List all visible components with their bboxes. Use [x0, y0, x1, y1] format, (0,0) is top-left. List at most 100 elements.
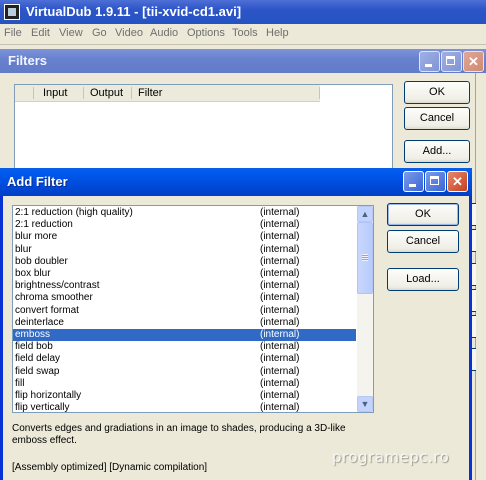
filter-source: (internal)	[260, 341, 300, 353]
filter-source: (internal)	[260, 219, 300, 231]
column-output[interactable]: Output	[90, 87, 123, 99]
filter-source: (internal)	[260, 268, 300, 279]
filter-name: emboss	[15, 329, 51, 340]
column-separator[interactable]	[131, 87, 132, 99]
filter-source: (internal)	[260, 255, 300, 267]
filter-list-item[interactable]: blur (internal)	[13, 244, 356, 256]
minimize-icon	[404, 172, 423, 191]
column-separator[interactable]	[83, 87, 84, 99]
filter-list-item[interactable]: flip vertically (internal)	[13, 402, 356, 413]
filter-list-item[interactable]: blur more (internal)	[13, 231, 356, 243]
filter-flags-text: [Assembly optimized] [Dynamic compilatio…	[12, 462, 208, 473]
filter-list-item[interactable]: 2:1 reduction (internal)	[13, 219, 356, 231]
menu-video[interactable]: Video	[115, 27, 143, 39]
filter-source: (internal)	[260, 365, 300, 377]
filter-list-item[interactable]: convert format (internal)	[13, 305, 356, 317]
filter-name: brightness/contrast	[15, 280, 100, 292]
scroll-down-arrow-icon[interactable]: ▼	[357, 396, 373, 412]
filter-source: (internal)	[260, 231, 300, 243]
filter-name: field swap	[15, 365, 60, 377]
menu-go[interactable]: Go	[92, 27, 107, 39]
filter-description-box: Converts edges and gradiations in an ima…	[12, 423, 374, 476]
filter-source: (internal)	[260, 280, 300, 292]
main-menu-bar: File Edit View Go Video Audio Options To…	[0, 24, 486, 45]
column-separator[interactable]	[33, 87, 34, 99]
close-icon: ✕	[468, 54, 479, 69]
filter-list-scrollbar[interactable]: ▲ ▼	[357, 206, 373, 412]
filters-title-bar[interactable]: Filters	[0, 49, 486, 73]
filter-list-item[interactable]: bob doubler (internal)	[13, 256, 356, 268]
filter-name: 2:1 reduction (high quality)	[15, 207, 133, 218]
filters-list-header: Input Output Filter	[15, 85, 320, 102]
filters-ok-button[interactable]: OK	[404, 81, 470, 104]
minimize-icon	[420, 52, 439, 71]
filter-list-item[interactable]: brightness/contrast (internal)	[13, 280, 356, 292]
column-filter[interactable]: Filter	[138, 87, 162, 99]
filter-list-item[interactable]: 2:1 reduction (high quality) (internal)	[13, 207, 356, 219]
add-filter-maximize-button[interactable]	[425, 171, 446, 192]
filter-source: (internal)	[260, 329, 300, 340]
filter-source: (internal)	[260, 316, 300, 328]
filter-list-item[interactable]: box blur (internal)	[13, 268, 356, 280]
filter-name: chroma smoother	[15, 292, 93, 304]
menu-options[interactable]: Options	[187, 27, 225, 39]
menu-audio[interactable]: Audio	[150, 27, 178, 39]
filter-name: blur	[15, 243, 32, 255]
filter-name: bob doubler	[15, 255, 68, 267]
filters-cancel-button[interactable]: Cancel	[404, 107, 470, 130]
filter-list-item[interactable]: deinterlace (internal)	[13, 317, 356, 329]
filter-name: convert format	[15, 304, 79, 316]
menu-file[interactable]: File	[4, 27, 22, 39]
filter-name: 2:1 reduction	[15, 219, 73, 231]
main-window-title: VirtualDub 1.9.11 - [tii-xvid-cd1.avi]	[26, 4, 242, 19]
menu-help[interactable]: Help	[266, 27, 289, 39]
add-filter-close-button[interactable]: ✕	[447, 171, 468, 192]
add-filter-dialog-title: Add Filter	[7, 174, 68, 189]
filters-list[interactable]: Input Output Filter	[14, 84, 393, 176]
add-filter-ok-button[interactable]: OK	[387, 203, 459, 226]
scrollbar-thumb[interactable]	[357, 222, 373, 294]
filters-close-button[interactable]: ✕	[463, 51, 484, 72]
filter-description-text: Converts edges and gradiations in an ima…	[12, 423, 346, 446]
menu-view[interactable]: View	[59, 27, 83, 39]
filter-list-item[interactable]: emboss (internal)	[13, 329, 356, 341]
menu-tools[interactable]: Tools	[232, 27, 258, 39]
filter-list[interactable]: 2:1 reduction (high quality) (internal) 2:…	[12, 205, 374, 413]
filter-source: (internal)	[260, 353, 300, 365]
add-filter-load-button[interactable]: Load...	[387, 268, 459, 291]
virtualdub-app-icon	[4, 4, 20, 20]
filter-source: (internal)	[260, 292, 300, 304]
filter-list-item[interactable]: flip horizontally (internal)	[13, 390, 356, 402]
filter-name: field bob	[15, 341, 53, 353]
column-input[interactable]: Input	[43, 87, 67, 99]
add-filter-minimize-button[interactable]	[403, 171, 424, 192]
close-icon: ✕	[452, 174, 463, 189]
filter-name: field delay	[15, 353, 61, 365]
filter-list-item[interactable]: field swap (internal)	[13, 366, 356, 378]
filter-list-item[interactable]: field delay (internal)	[13, 353, 356, 365]
filter-source: (internal)	[260, 377, 300, 389]
main-title-bar[interactable]: VirtualDub 1.9.11 - [tii-xvid-cd1.avi]	[0, 0, 486, 24]
filter-list-item[interactable]: field bob (internal)	[13, 341, 356, 353]
filters-minimize-button[interactable]	[419, 51, 440, 72]
watermark-text: programepc.ro	[332, 448, 450, 466]
filter-source: (internal)	[260, 207, 300, 218]
menu-edit[interactable]: Edit	[31, 27, 50, 39]
filter-list-item[interactable]: chroma smoother (internal)	[13, 292, 356, 304]
maximize-icon	[442, 52, 461, 71]
filter-name: fill	[15, 377, 25, 389]
scroll-up-arrow-icon[interactable]: ▲	[357, 206, 373, 222]
filters-dialog-title: Filters	[8, 53, 48, 68]
add-filter-cancel-button[interactable]: Cancel	[387, 230, 459, 253]
filters-add-button[interactable]: Add...	[404, 140, 470, 163]
filters-maximize-button[interactable]	[441, 51, 462, 72]
filter-source: (internal)	[260, 402, 300, 413]
filter-list-item[interactable]: fill (internal)	[13, 378, 356, 390]
filter-source: (internal)	[260, 243, 300, 255]
filter-name: flip vertically	[15, 402, 70, 413]
filter-name: box blur	[15, 268, 51, 279]
maximize-icon	[426, 172, 445, 191]
add-filter-title-bar[interactable]: Add Filter	[0, 168, 472, 196]
filter-name: blur more	[15, 231, 58, 243]
column-separator[interactable]	[319, 87, 320, 99]
